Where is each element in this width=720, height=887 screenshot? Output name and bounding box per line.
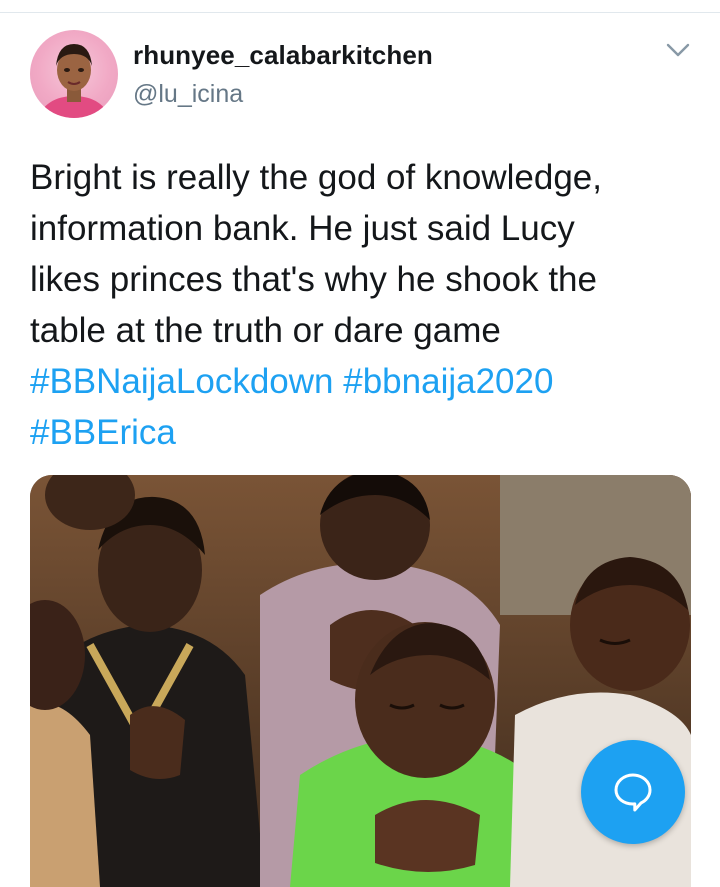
chevron-down-icon: [666, 43, 690, 57]
tweet-text: Bright is really the god of knowledge, i…: [30, 152, 698, 458]
speech-bubble-icon: [614, 773, 652, 812]
tweet-text-line: information bank. He just said Lucy: [30, 209, 575, 248]
tweet-text-line: table at the truth or dare game: [30, 311, 501, 350]
tweet-menu-button[interactable]: [662, 36, 694, 64]
hashtag-line: #BBNaijaLockdown #bbnaija2020: [30, 356, 698, 407]
tweet-photo[interactable]: [30, 475, 691, 887]
display-name[interactable]: rhunyee_calabarkitchen: [133, 40, 433, 71]
avatar[interactable]: [30, 30, 118, 118]
hashtag-link[interactable]: #BBNaijaLockdown: [30, 362, 334, 401]
compose-reply-button[interactable]: [581, 740, 685, 844]
hashtag-link[interactable]: #BBErica: [30, 413, 176, 452]
tweet-text-line: likes princes that's why he shook the: [30, 260, 597, 299]
top-divider: [0, 12, 720, 13]
children-praying-photo: [30, 475, 691, 887]
user-handle[interactable]: @lu_icina: [133, 80, 243, 109]
hashtag-line: #BBErica: [30, 407, 698, 458]
tweet-text-line: Bright is really the god of knowledge,: [30, 158, 602, 197]
hashtag-link[interactable]: #bbnaija2020: [343, 362, 553, 401]
avatar-photo: [40, 44, 108, 118]
